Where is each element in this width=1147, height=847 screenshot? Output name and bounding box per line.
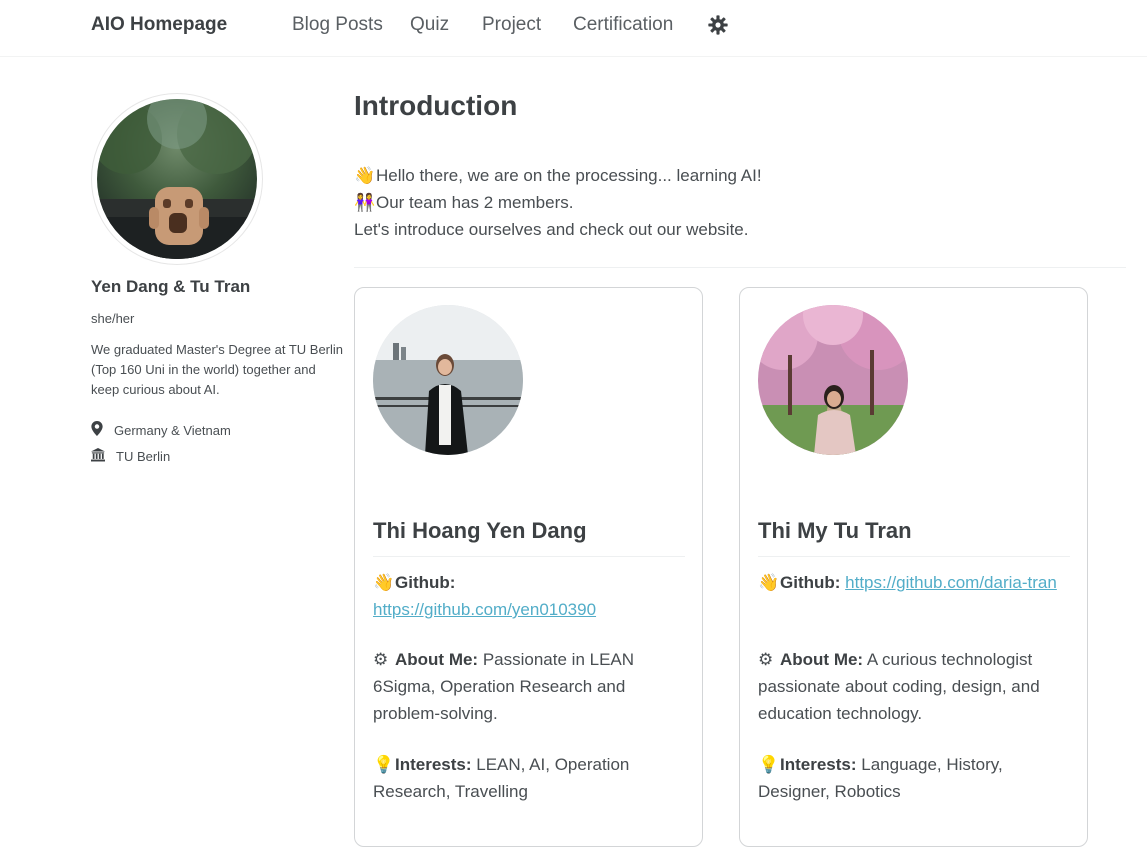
member-interests: 💡Interests: LEAN, AI, Operation Research… [373, 751, 673, 805]
about-label: About Me: [395, 650, 479, 669]
member-github: 👋Github: https://github.com/daria-tran [758, 569, 1058, 596]
member-github: 👋Github: https://github.com/yen010390 [373, 569, 673, 623]
github-link[interactable]: https://github.com/yen010390 [373, 600, 596, 619]
intro-text: Let's introduce ourselves and check out … [354, 220, 749, 239]
page-title: Introduction [354, 90, 518, 121]
card-divider [373, 556, 685, 557]
author-location: Germany & Vietnam [91, 421, 231, 439]
gear-icon: ⚙ [758, 650, 774, 669]
member-card-tu: Thi My Tu Tran 👋Github: https://github.c… [739, 287, 1088, 847]
card-divider [758, 556, 1070, 557]
map-marker-icon [91, 421, 114, 439]
gear-icon: ⚙ [373, 650, 389, 669]
university-icon [91, 448, 116, 465]
team-avatar-image [97, 99, 257, 259]
section-divider [354, 267, 1126, 268]
nav-link-project[interactable]: Project [482, 14, 541, 36]
nav-link-blog-posts[interactable]: Blog Posts [292, 14, 383, 36]
intro-line-team: 👭Our team has 2 members. [354, 192, 573, 214]
github-link[interactable]: https://github.com/daria-tran [845, 573, 1057, 592]
waving-hand-icon: 👋 [354, 166, 376, 185]
team-members-icon: 👭 [354, 193, 376, 212]
member-about: ⚙ About Me: A curious technologist passio… [758, 646, 1058, 727]
github-label: Github: [395, 573, 456, 592]
author-university: TU Berlin [91, 448, 170, 465]
team-avatar [91, 93, 263, 265]
site-title-link[interactable]: AIO Homepage [91, 14, 227, 36]
author-location-text: Germany & Vietnam [114, 422, 231, 438]
masthead: AIO Homepage Blog Posts Quiz Project Cer… [0, 0, 1147, 57]
about-label: About Me: [780, 650, 864, 669]
member-name: Thi My Tu Tran [758, 518, 912, 543]
author-pronouns: she/her [91, 311, 135, 326]
intro-text: Our team has 2 members. [376, 193, 574, 212]
member-card-yen: Thi Hoang Yen Dang 👋Github: https://gith… [354, 287, 703, 847]
member-photo-tu [758, 305, 908, 455]
member-name: Thi Hoang Yen Dang [373, 518, 587, 543]
intro-line-cta: Let's introduce ourselves and check out … [354, 219, 748, 241]
nav-link-quiz[interactable]: Quiz [410, 14, 449, 36]
gear-icon[interactable] [707, 14, 729, 36]
nav-link-certification[interactable]: Certification [573, 14, 673, 36]
author-bio: We graduated Master's Degree at TU Berli… [91, 342, 344, 397]
interests-label: Interests: [395, 755, 472, 774]
member-photo-yen [373, 305, 523, 455]
light-bulb-icon: 💡 [758, 755, 780, 774]
waving-hand-icon: 👋 [373, 573, 395, 592]
member-about: ⚙ About Me: Passionate in LEAN 6Sigma, Op… [373, 646, 673, 727]
waving-hand-icon: 👋 [758, 573, 780, 592]
author-name: Yen Dang & Tu Tran [91, 277, 251, 296]
member-interests: 💡Interests: Language, History, Designer,… [758, 751, 1058, 805]
intro-line-hello: 👋Hello there, we are on the processing..… [354, 165, 762, 187]
intro-text: Hello there, we are on the processing...… [376, 166, 762, 185]
github-label: Github: [780, 573, 841, 592]
author-university-text: TU Berlin [116, 449, 171, 464]
interests-label: Interests: [780, 755, 857, 774]
light-bulb-icon: 💡 [373, 755, 395, 774]
